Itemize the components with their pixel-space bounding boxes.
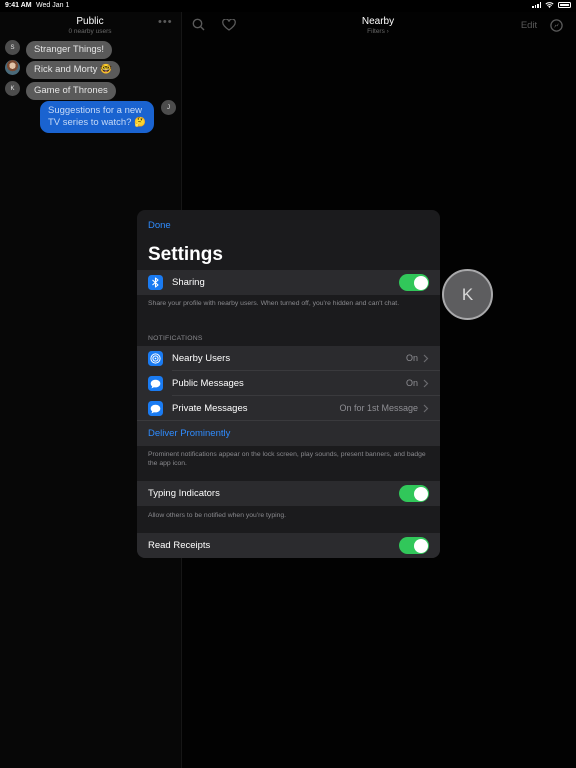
- chat-bubble-icon: [148, 376, 163, 391]
- typing-indicators-toggle[interactable]: [399, 485, 429, 502]
- typing-indicators-row[interactable]: Typing Indicators: [137, 481, 440, 506]
- my-avatar[interactable]: J: [161, 100, 176, 115]
- deliver-prominently-row[interactable]: Deliver Prominently: [137, 421, 440, 446]
- floating-user-avatar[interactable]: K: [442, 269, 493, 320]
- nearby-users-row[interactable]: Nearby Users On: [137, 346, 440, 371]
- compass-icon[interactable]: [550, 19, 563, 32]
- avatar[interactable]: K: [5, 81, 20, 96]
- message-bubble[interactable]: Rick and Morty 🤓: [26, 61, 120, 79]
- chevron-right-icon: [423, 354, 429, 363]
- more-icon[interactable]: •••: [158, 16, 173, 28]
- nearby-users-label: Nearby Users: [172, 353, 231, 364]
- settings-title: Settings: [148, 244, 223, 265]
- sharing-label: Sharing: [172, 277, 205, 288]
- done-button[interactable]: Done: [148, 220, 171, 231]
- typing-indicators-label: Typing Indicators: [148, 488, 220, 499]
- notifications-header: NOTIFICATIONS: [148, 335, 203, 342]
- bluetooth-icon: [148, 275, 163, 290]
- heart-icon[interactable]: [222, 19, 236, 31]
- public-subtitle: 0 nearby users: [68, 28, 112, 35]
- sharing-toggle[interactable]: [399, 274, 429, 291]
- read-receipts-label: Read Receipts: [148, 540, 211, 551]
- chevron-right-icon: ›: [386, 28, 389, 35]
- notifications-footer: Prominent notifications appear on the lo…: [148, 451, 426, 467]
- nearby-users-value: On: [405, 353, 418, 363]
- private-messages-label: Private Messages: [172, 403, 248, 414]
- chevron-right-icon: [423, 379, 429, 388]
- private-messages-row[interactable]: Private Messages On for 1st Message: [137, 396, 440, 421]
- public-messages-row[interactable]: Public Messages On: [137, 371, 440, 396]
- read-receipts-row[interactable]: Read Receipts: [137, 533, 440, 558]
- avatar[interactable]: [5, 60, 20, 75]
- status-bar: 9:41 AM Wed Jan 1: [0, 0, 576, 12]
- status-indicators: [532, 2, 571, 8]
- edit-button[interactable]: Edit: [515, 20, 543, 31]
- sharing-footer: Share your profile with nearby users. Wh…: [148, 300, 400, 307]
- chat-bubble-icon: [148, 401, 163, 416]
- status-date: Wed Jan 1: [36, 2, 70, 9]
- filters-link[interactable]: Filters ›: [338, 28, 418, 35]
- public-messages-label: Public Messages: [172, 378, 244, 389]
- private-messages-value: On for 1st Message: [339, 403, 418, 413]
- deliver-prominently-button[interactable]: Deliver Prominently: [148, 421, 230, 446]
- public-messages-value: On: [405, 378, 418, 388]
- message-bubble[interactable]: Game of Thrones: [26, 82, 116, 100]
- search-icon[interactable]: [192, 18, 205, 31]
- target-icon: [148, 351, 163, 366]
- public-title: Public: [76, 16, 104, 27]
- cellular-signal-icon: [532, 2, 541, 8]
- wifi-icon: [545, 2, 554, 8]
- chevron-right-icon: [423, 404, 429, 413]
- settings-modal: Done Settings Sharing Share your profile…: [137, 210, 440, 558]
- status-time: 9:41 AM: [5, 2, 32, 9]
- nearby-title: Nearby: [361, 16, 395, 27]
- battery-icon: [558, 2, 571, 8]
- filters-label: Filters: [367, 28, 387, 35]
- message-bubble[interactable]: Stranger Things!: [26, 41, 113, 59]
- avatar[interactable]: S: [5, 40, 20, 55]
- sharing-row[interactable]: Sharing: [137, 270, 440, 295]
- typing-indicators-footer: Allow others to be notified when you're …: [148, 512, 287, 519]
- read-receipts-toggle[interactable]: [399, 537, 429, 554]
- my-message-bubble[interactable]: Suggestions for a new TV series to watch…: [40, 101, 154, 133]
